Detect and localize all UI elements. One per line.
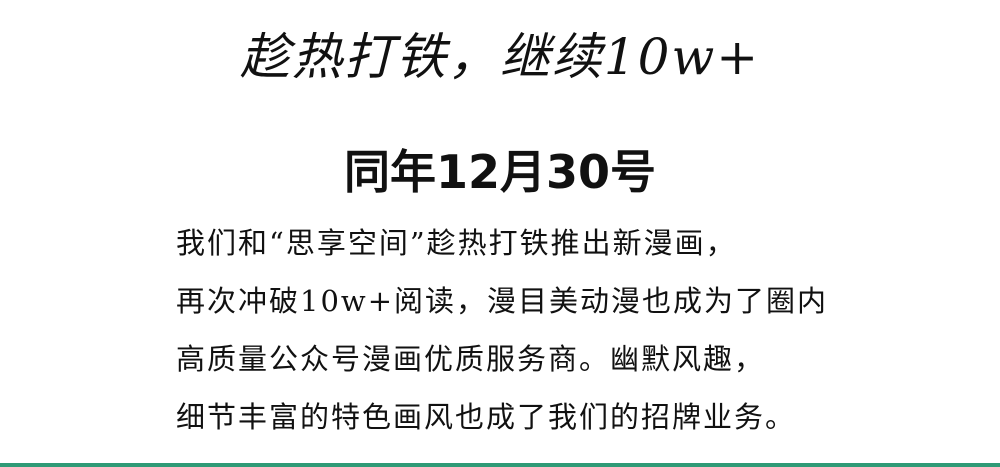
- headline: 趁热打铁，继续10w+: [239, 28, 761, 86]
- bottom-divider: [0, 463, 1000, 467]
- body-line: 细节丰富的特色画风也成了我们的招牌业务。: [176, 400, 797, 434]
- body-line: 再次冲破10w+阅读，漫目美动漫也成为了圈内: [176, 284, 829, 318]
- body-paragraph: 我们和“思享空间”趁热打铁推出新漫画， 再次冲破10w+阅读，漫目美动漫也成为了…: [176, 214, 896, 446]
- document-page: 趁热打铁，继续10w+ 同年12月30号 我们和“思享空间”趁热打铁推出新漫画，…: [0, 0, 1000, 467]
- body-line: 我们和“思享空间”趁热打铁推出新漫画，: [176, 226, 737, 260]
- body-line: 高质量公众号漫画优质服务商。幽默风趣，: [176, 342, 766, 376]
- date-heading: 同年12月30号: [343, 145, 657, 199]
